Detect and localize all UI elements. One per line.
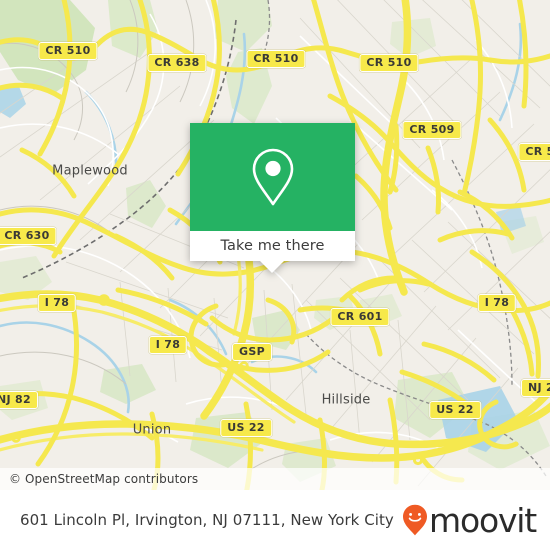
popup-body (190, 123, 355, 231)
popup-tail-arrow (260, 261, 284, 273)
map-place-label: Hillside (321, 392, 371, 408)
road-shield: GSP (232, 343, 272, 361)
road-shield: CR 510 (246, 50, 306, 68)
road-shield: US 22 (220, 419, 272, 437)
road-shield: CR 638 (147, 54, 207, 72)
road-shield: CR 510 (38, 42, 98, 60)
moovit-wordmark: moovit (429, 500, 537, 540)
take-me-there-popup[interactable]: Take me there (190, 123, 355, 273)
map-screenshot: .w { fill:none; stroke:#ffffff; stroke-w… (0, 0, 550, 550)
map-place-label: Union (132, 422, 172, 438)
moovit-logo[interactable]: moovit (402, 504, 550, 537)
footer-bar: 601 Lincoln Pl, Irvington, NJ 07111, New… (0, 490, 550, 550)
take-me-there-label: Take me there (220, 238, 325, 254)
road-shield: CR 509 (402, 121, 462, 139)
road-shield: CR 630 (0, 227, 57, 245)
take-me-there-button[interactable]: Take me there (190, 231, 355, 261)
map-pin-icon (252, 148, 293, 206)
road-shield: CR 601 (330, 308, 390, 326)
road-shield: CR 5 (518, 143, 550, 161)
address-label: 601 Lincoln Pl, Irvington, NJ 07111, New… (20, 511, 394, 529)
road-shield: I 78 (148, 336, 188, 354)
road-shield: I 78 (37, 294, 77, 312)
moovit-pin-icon (403, 504, 428, 536)
map-attribution: © OpenStreetMap contributors (0, 468, 550, 490)
road-shield: US 22 (429, 401, 481, 419)
map-place-label: Maplewood (52, 163, 128, 179)
road-shield: NJ 82 (0, 391, 38, 409)
attribution-text[interactable]: © OpenStreetMap contributors (0, 472, 198, 486)
road-shield: NJ 2 (521, 379, 550, 397)
road-shield: CR 510 (359, 54, 419, 72)
road-shield: I 78 (477, 294, 517, 312)
